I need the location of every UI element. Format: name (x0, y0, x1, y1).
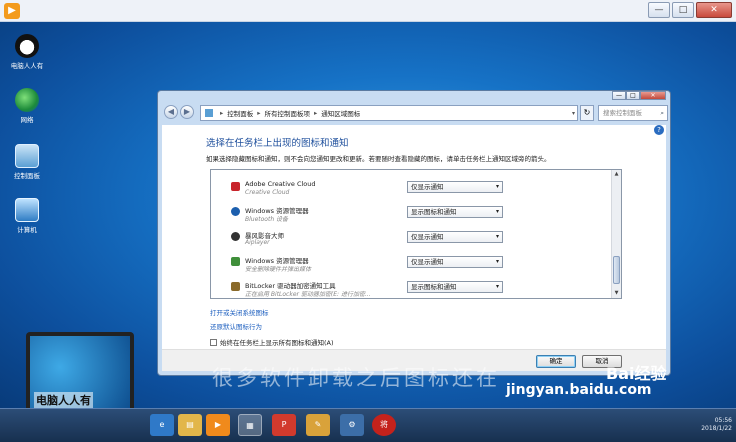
safely-remove-hardware-icon (231, 257, 240, 266)
behavior-select[interactable]: 显示图标和通知 ▾ (407, 206, 503, 218)
behavior-select[interactable]: 仅显示通知 ▾ (407, 231, 503, 243)
control-panel-small-icon (205, 109, 213, 117)
refresh-button[interactable]: ↻ (580, 105, 594, 121)
search-icon[interactable]: ⌕ (660, 106, 664, 120)
minimize-button[interactable]: — (648, 2, 670, 18)
watermark-text: 很多软件卸载之后图标还在 (212, 366, 500, 390)
media-player-icon[interactable]: ▶ (206, 414, 230, 436)
chevron-down-icon: ▾ (495, 208, 499, 215)
baidu-url: jingyan.baidu.com (506, 382, 652, 398)
chevron-down-icon: ▾ (495, 183, 499, 190)
behavior-select[interactable]: 显示图标和通知 ▾ (407, 281, 503, 293)
control-panel-icon[interactable]: ▦ (238, 414, 262, 436)
computer-icon (15, 198, 39, 222)
content-pane: ? 选择在任务栏上出现的图标和通知 如果选择隐藏图标和通知，则不会向您通知更改和… (162, 125, 666, 371)
player-icon (231, 232, 240, 241)
list-item: Windows 资源管理器 Bluetooth 设备 显示图标和通知 ▾ (211, 203, 607, 225)
desktop-icon-label: 网络 (20, 116, 34, 124)
list-scrollbar[interactable]: ▲ ▼ (611, 170, 621, 298)
system-clock[interactable]: 05:56 2018/1/22 (672, 417, 732, 433)
network-icon (15, 88, 39, 112)
window-close-button[interactable]: ✕ (640, 91, 666, 100)
taskbar: e ▤ ▶ ▦ P ✎ ⚙ 将 (0, 408, 736, 442)
breadcrumb-item[interactable]: 通知区域图标 (321, 108, 360, 118)
chevron-down-icon: ▾ (495, 258, 499, 265)
scroll-down-icon[interactable]: ▼ (612, 289, 621, 298)
address-dropdown-icon[interactable]: ▾ (572, 110, 575, 117)
ok-button[interactable]: 确定 (536, 355, 576, 368)
help-icon[interactable]: ? (654, 125, 664, 135)
system-icons-link[interactable]: 打开或关闭系统图标 (210, 307, 269, 317)
breadcrumb-item[interactable]: 所有控制面板项 (265, 108, 311, 118)
forward-button[interactable]: ▶ (180, 105, 194, 119)
desktop-icon-label: 计算机 (17, 226, 37, 234)
desktop-icon-control-panel[interactable]: 控制面板 (4, 144, 50, 180)
address-bar[interactable]: ▸ 控制面板 ▸ 所有控制面板项 ▸ 通知区域图标 ▾ (200, 105, 578, 121)
app-title-bar: ▶ — □ ✕ (0, 0, 736, 22)
desktop-icon-label: 控制面板 (14, 172, 40, 180)
notification-icons-list[interactable]: Adobe Creative Cloud Creative Cloud 仅显示通… (210, 169, 622, 299)
laptop-logo: 电脑人人有 (8, 332, 146, 408)
checkbox-box[interactable] (210, 338, 217, 346)
notification-icons-window: — □ ✕ ◀ ▶ ▸ 控制面板 ▸ 所有控制面板项 ▸ 通知区域图标 ▾ ↻ … (157, 90, 671, 376)
panda-icon (15, 34, 39, 58)
scroll-up-icon[interactable]: ▲ (612, 170, 621, 179)
desktop: 电脑人人有 网络 控制面板 计算机 — □ ✕ ◀ ▶ ▸ 控制面板 ▸ 所有控… (0, 22, 736, 408)
app-icon[interactable]: 将 (372, 414, 396, 436)
behavior-select[interactable]: 仅显示通知 ▾ (407, 181, 503, 193)
control-panel-icon (15, 144, 39, 168)
bitlocker-icon (231, 282, 240, 291)
behavior-select[interactable]: 仅显示通知 ▾ (407, 256, 503, 268)
list-item: Adobe Creative Cloud Creative Cloud 仅显示通… (211, 178, 607, 200)
page-description: 如果选择隐藏图标和通知，则不会向您通知更改和更新。若要随时查看隐藏的图标，请单击… (206, 155, 551, 163)
bluetooth-icon (231, 207, 240, 216)
search-input[interactable]: 搜索控制面板 ⌕ (598, 105, 668, 121)
folder-icon[interactable]: ▤ (178, 414, 202, 436)
ie-icon[interactable]: e (150, 414, 174, 436)
chevron-down-icon: ▾ (495, 233, 499, 240)
scrollbar-thumb[interactable] (613, 256, 620, 284)
always-show-all-checkbox[interactable]: 始终在任务栏上显示所有图标和通知(A) (210, 337, 334, 347)
list-item: 暴风影音大师 Aiplayer 仅显示通知 ▾ (211, 228, 607, 250)
back-button[interactable]: ◀ (164, 105, 178, 119)
laptop-caption: 电脑人人有 (34, 392, 93, 408)
window-maximize-button[interactable]: □ (626, 91, 640, 100)
settings-icon[interactable]: ⚙ (340, 414, 364, 436)
page-heading: 选择在任务栏上出现的图标和通知 (206, 138, 349, 149)
chevron-down-icon: ▾ (495, 283, 499, 290)
breadcrumb-item[interactable]: 控制面板 (227, 108, 253, 118)
close-button[interactable]: ✕ (696, 2, 732, 18)
play-icon[interactable]: ▶ (4, 3, 20, 19)
list-item: BitLocker 驱动器加密通知工具 正在启用 BitLocker 驱动器加密… (211, 278, 607, 298)
list-item: Windows 资源管理器 安全删除硬件并弹出媒体 仅显示通知 ▾ (211, 253, 607, 275)
desktop-icon-label: 电脑人人有 (10, 62, 44, 70)
restore-defaults-link[interactable]: 还原默认图标行为 (210, 321, 262, 331)
maximize-button[interactable]: □ (672, 2, 694, 18)
navigation-bar: ◀ ▶ ▸ 控制面板 ▸ 所有控制面板项 ▸ 通知区域图标 ▾ ↻ 搜索控制面板… (162, 103, 668, 123)
desktop-icon-network[interactable]: 网络 (4, 88, 50, 124)
wps-icon[interactable]: P (272, 414, 296, 436)
paint-icon[interactable]: ✎ (306, 414, 330, 436)
window-title-bar (158, 91, 670, 101)
baidu-logo: Bai经验 jingyan.baidu.com (506, 364, 667, 398)
window-minimize-button[interactable]: — (612, 91, 626, 100)
desktop-icon-diannao[interactable]: 电脑人人有 (4, 34, 50, 70)
desktop-icon-computer[interactable]: 计算机 (4, 198, 50, 234)
adobe-cc-icon (231, 182, 240, 191)
